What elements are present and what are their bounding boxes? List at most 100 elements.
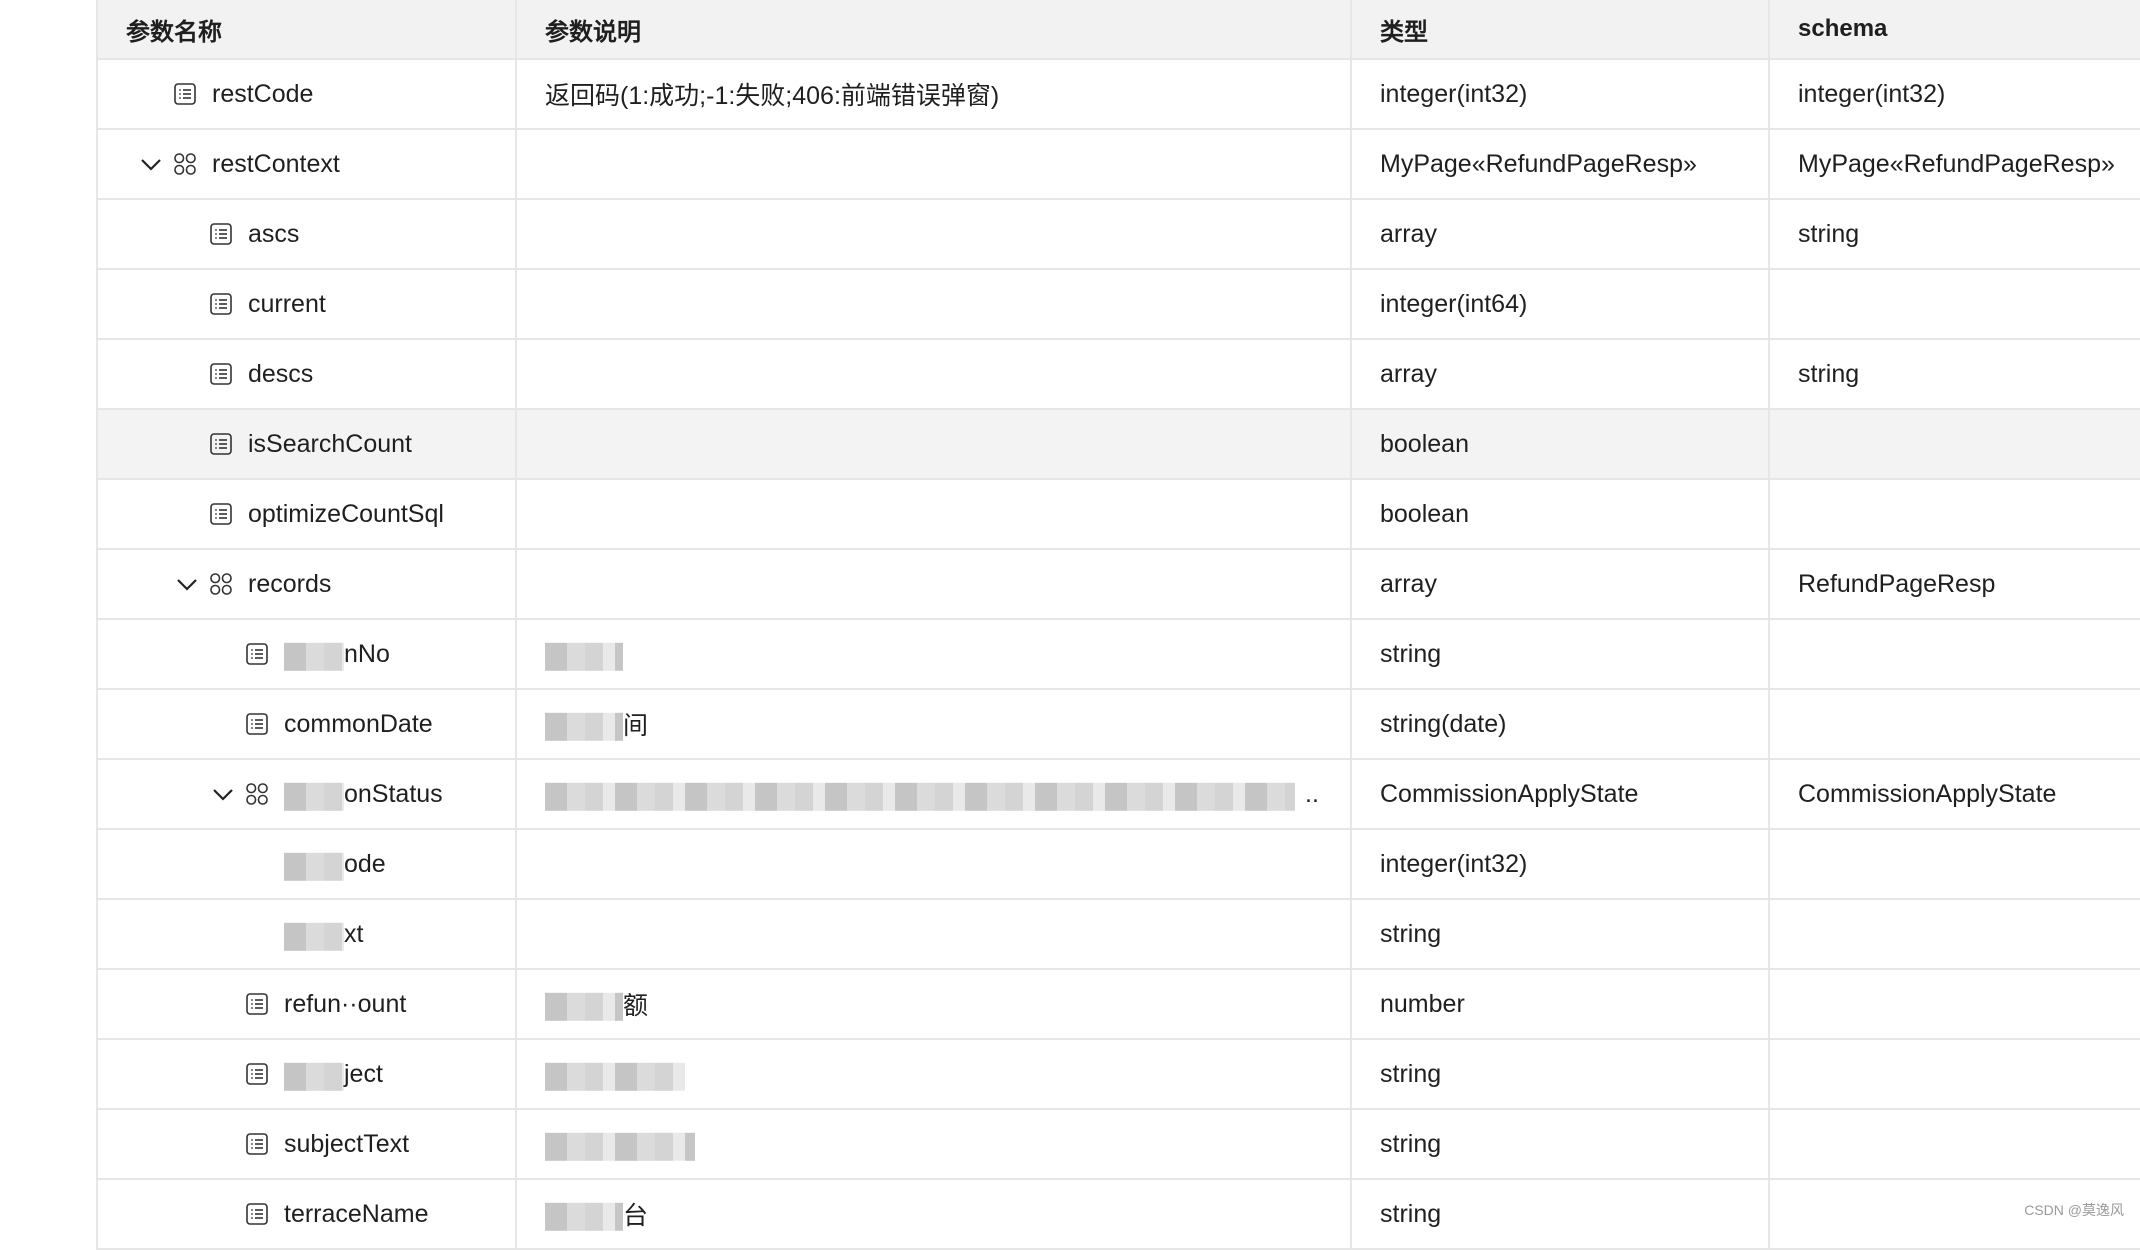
param-name: refun··ount: [284, 989, 407, 1018]
param-name-cell: descs: [96, 338, 517, 410]
param-name: ode: [344, 849, 386, 878]
table-row[interactable]: ode integer(int32): [96, 828, 2140, 900]
response-params-table: 参数名称 参数说明 类型 schema restCode 返回码(1:成功;-1:…: [96, 0, 2140, 1250]
param-name: ascs: [248, 219, 300, 248]
param-schema-cell: [1768, 898, 2140, 970]
param-type-cell: string(date): [1350, 688, 1770, 760]
table-row[interactable]: xt string: [96, 898, 2140, 970]
list-icon: [208, 501, 234, 527]
list-icon: [208, 361, 234, 387]
list-icon: [244, 991, 270, 1017]
param-name: terraceName: [284, 1199, 429, 1228]
param-schema-cell: [1768, 1038, 2140, 1110]
table-row[interactable]: descs array string: [96, 338, 2140, 410]
table-row[interactable]: restContext MyPage«RefundPageResp» MyPage«…: [96, 128, 2140, 200]
param-type-cell: string: [1350, 618, 1770, 690]
object-icon: [244, 781, 270, 807]
chevron-down-icon[interactable]: [174, 571, 200, 597]
param-schema-cell: [1768, 408, 2140, 480]
table-row[interactable]: current integer(int64): [96, 268, 2140, 340]
table-row[interactable]: nNo string: [96, 618, 2140, 690]
param-description-cell: [515, 1038, 1352, 1110]
header-schema: schema: [1768, 0, 2140, 60]
param-description-cell: [515, 1108, 1352, 1180]
param-name-content: optimizeCountSql: [99, 481, 514, 547]
param-description-cell: 额: [515, 968, 1352, 1040]
param-schema-cell: CommissionApplyState: [1768, 758, 2140, 830]
param-name-cell: nNo: [96, 618, 517, 690]
list-icon: [208, 291, 234, 317]
param-name: current: [248, 289, 326, 318]
param-type-cell: MyPage«RefundPageResp»: [1350, 128, 1770, 200]
param-type-cell: integer(int32): [1350, 828, 1770, 900]
redacted-mosaic: [545, 712, 623, 741]
param-name-cell: onStatus: [96, 758, 517, 830]
table-row[interactable]: records array RefundPageResp: [96, 548, 2140, 620]
table-row[interactable]: restCode 返回码(1:成功;-1:失败;406:前端错误弹窗) intege…: [96, 58, 2140, 130]
table-row[interactable]: isSearchCount boolean: [96, 408, 2140, 480]
header-type: 类型: [1350, 0, 1770, 60]
table-row[interactable]: subjectText string: [96, 1108, 2140, 1180]
table-row[interactable]: ascs array string: [96, 198, 2140, 270]
table-row[interactable]: ject string: [96, 1038, 2140, 1110]
param-type-cell: integer(int64): [1350, 268, 1770, 340]
param-name: restCode: [212, 79, 314, 108]
param-name: onStatus: [344, 779, 443, 808]
param-name: subjectText: [284, 1129, 410, 1158]
param-schema-cell: [1768, 268, 2140, 340]
param-name: optimizeCountSql: [248, 499, 444, 528]
table-header-row: 参数名称 参数说明 类型 schema: [96, 0, 2140, 60]
list-icon: [244, 641, 270, 667]
param-description-cell: 返回码(1:成功;-1:失败;406:前端错误弹窗): [515, 58, 1352, 130]
param-description: 返回码(1:成功;-1:失败;406:前端错误弹窗): [545, 82, 1000, 110]
param-type-cell: CommissionApplyState: [1350, 758, 1770, 830]
list-icon: [208, 221, 234, 247]
param-description-cell: [515, 408, 1352, 480]
param-type-cell: boolean: [1350, 408, 1770, 480]
table-row[interactable]: refun··ount 额 number: [96, 968, 2140, 1040]
param-name-cell: commonDate: [96, 688, 517, 760]
header-param-description: 参数说明: [515, 0, 1352, 60]
table-row[interactable]: commonDate 间 string(date): [96, 688, 2140, 760]
param-name-cell: ject: [96, 1038, 517, 1110]
param-name-content: subjectText: [99, 1111, 514, 1177]
param-schema-cell: [1768, 478, 2140, 550]
param-description-cell: 台: [515, 1178, 1352, 1250]
list-icon: [208, 431, 234, 457]
table-row[interactable]: onStatus.. CommissionApplyState Commission…: [96, 758, 2140, 830]
param-description-cell: ..: [515, 758, 1352, 830]
param-name: commonDate: [284, 709, 433, 738]
chevron-down-icon[interactable]: [210, 781, 236, 807]
param-schema-cell: [1768, 968, 2140, 1040]
list-icon: [172, 81, 198, 107]
param-name-content: restContext: [99, 131, 514, 197]
table-row[interactable]: terraceName 台 string: [96, 1178, 2140, 1250]
param-name-cell: optimizeCountSql: [96, 478, 517, 550]
redacted-mosaic: [545, 1202, 623, 1231]
param-schema-cell: MyPage«RefundPageResp»: [1768, 128, 2140, 200]
table-row[interactable]: optimizeCountSql boolean: [96, 478, 2140, 550]
param-description-cell: [515, 828, 1352, 900]
param-name-cell: restContext: [96, 128, 517, 200]
param-name-cell: ascs: [96, 198, 517, 270]
param-name-content: commonDate: [99, 691, 514, 757]
param-name-content: restCode: [99, 61, 514, 127]
param-type-cell: boolean: [1350, 478, 1770, 550]
list-icon: [244, 711, 270, 737]
param-name-cell: xt: [96, 898, 517, 970]
list-icon: [244, 1131, 270, 1157]
param-type-cell: string: [1350, 1108, 1770, 1180]
param-schema-cell: RefundPageResp: [1768, 548, 2140, 620]
param-schema-cell: [1768, 828, 2140, 900]
param-type-cell: integer(int32): [1350, 58, 1770, 130]
param-type-cell: array: [1350, 338, 1770, 410]
param-schema-cell: integer(int32): [1768, 58, 2140, 130]
param-type-cell: string: [1350, 1178, 1770, 1250]
param-name-content: ode: [99, 831, 514, 897]
param-name-content: xt: [99, 901, 514, 967]
object-icon: [172, 151, 198, 177]
param-name-cell: isSearchCount: [96, 408, 517, 480]
chevron-down-icon[interactable]: [138, 151, 164, 177]
param-name: descs: [248, 359, 314, 388]
redacted-mosaic: [545, 1132, 695, 1161]
